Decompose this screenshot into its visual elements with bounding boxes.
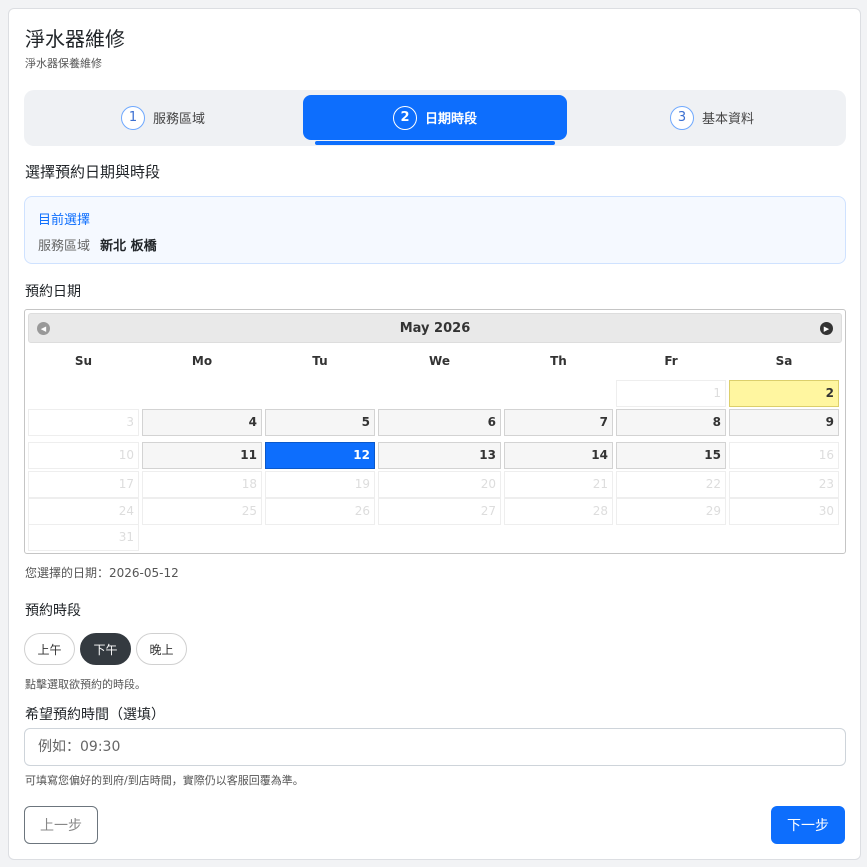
calendar-day: 29 <box>616 498 726 525</box>
step-basic-info[interactable]: 3 基本資料 <box>578 95 846 140</box>
calendar-day[interactable]: 5 <box>265 409 375 436</box>
calendar-day[interactable]: 14 <box>504 442 613 469</box>
slot-morning-button[interactable]: 上午 <box>24 633 75 665</box>
page-title: 淨水器維修 <box>25 27 125 51</box>
calendar-day: 21 <box>504 471 613 498</box>
step-number: 3 <box>669 105 694 130</box>
weekday-header: We <box>429 354 450 368</box>
calendar-day: 31 <box>28 524 139 551</box>
calendar-day: 3 <box>28 409 139 436</box>
step-service-area[interactable]: 1 服務區域 <box>24 95 302 140</box>
calendar-day: 17 <box>28 471 139 498</box>
weekday-header: Tu <box>312 354 328 368</box>
calendar-day[interactable]: 13 <box>378 442 501 469</box>
weekday-header: Sa <box>775 354 793 368</box>
preferred-time-input[interactable] <box>24 728 846 766</box>
calendar-day: 26 <box>265 498 375 525</box>
step-number: 1 <box>120 105 145 130</box>
calendar-day: 22 <box>616 471 726 498</box>
calendar-day[interactable]: 15 <box>616 442 726 469</box>
weekday-header: Su <box>74 354 93 368</box>
calendar-day: 16 <box>729 442 839 469</box>
calendar-day[interactable]: 12 <box>265 442 375 469</box>
calendar-day[interactable]: 8 <box>616 409 726 436</box>
weekday-header: Fr <box>664 354 678 368</box>
previous-step-button[interactable]: 上一步 <box>24 806 98 844</box>
calendar-day[interactable]: 9 <box>729 409 839 436</box>
calendar-day: 1 <box>616 380 726 407</box>
calendar-day[interactable]: 6 <box>378 409 501 436</box>
calendar-day: 27 <box>378 498 501 525</box>
calendar-day: 23 <box>729 471 839 498</box>
step-date-time[interactable]: 2 日期時段 <box>303 95 567 140</box>
step-label: 基本資料 <box>701 112 754 127</box>
step-label: 日期時段 <box>424 112 477 127</box>
calendar-day: 19 <box>265 471 375 498</box>
step-indicator: 1 服務區域 2 日期時段 3 基本資料 <box>24 90 846 146</box>
current-selection-panel: 目前選擇 服務區域 新北 板橋 <box>24 196 846 264</box>
calendar-day: 28 <box>504 498 613 525</box>
calendar-day: 18 <box>142 471 262 498</box>
step-label: 服務區域 <box>152 112 205 127</box>
time-hint: 可填寫您偏好的到府/到店時間，實際仍以客服回覆為準。 <box>25 774 304 787</box>
current-area-row: 服務區域 新北 板橋 <box>38 235 157 254</box>
calendar-day: 30 <box>729 498 839 525</box>
weekday-header: Mo <box>191 354 213 368</box>
slot-evening-button[interactable]: 晚上 <box>136 633 187 665</box>
area-label: 服務區域 <box>38 239 91 254</box>
date-picker-calendar: ◀ May 2026 ▶ Su Mo Tu We Th Fr Sa 1 2 3 4 5 6 7 8 9 10 11… <box>24 309 846 554</box>
calendar-day: 20 <box>378 471 501 498</box>
page-subtitle: 淨水器保養維修 <box>25 57 102 70</box>
picked-date-text: 您選擇的日期：2026-05-12 <box>25 566 179 580</box>
calendar-header: ◀ May 2026 ▶ <box>28 313 842 343</box>
calendar-day[interactable]: 4 <box>142 409 262 436</box>
calendar-day[interactable]: 7 <box>504 409 613 436</box>
slot-afternoon-button[interactable]: 下午 <box>80 633 131 665</box>
calendar-day: 10 <box>28 442 139 469</box>
calendar-month-title: May 2026 <box>399 321 471 336</box>
next-month-icon[interactable]: ▶ <box>820 322 833 335</box>
calendar-day: 25 <box>142 498 262 525</box>
time-heading: 希望預約時間（選填） <box>25 707 165 723</box>
calendar-day[interactable]: 2 <box>729 380 839 407</box>
area-value: 新北 板橋 <box>100 239 157 254</box>
next-step-button[interactable]: 下一步 <box>771 806 845 844</box>
step-number: 2 <box>392 105 417 130</box>
section-heading: 選擇預約日期與時段 <box>25 163 161 181</box>
calendar-day: 24 <box>28 498 139 525</box>
active-step-underline <box>315 141 555 145</box>
current-selection-label: 目前選擇 <box>38 213 91 228</box>
booking-card: 淨水器維修 淨水器保養維修 1 服務區域 2 日期時段 3 基本資料 選擇預約日… <box>8 8 861 860</box>
calendar-day[interactable]: 11 <box>142 442 262 469</box>
weekday-header: Th <box>550 354 567 368</box>
slot-heading: 預約時段 <box>25 603 81 619</box>
slot-hint: 點擊選取欲預約的時段。 <box>25 678 146 691</box>
date-heading: 預約日期 <box>25 284 81 300</box>
